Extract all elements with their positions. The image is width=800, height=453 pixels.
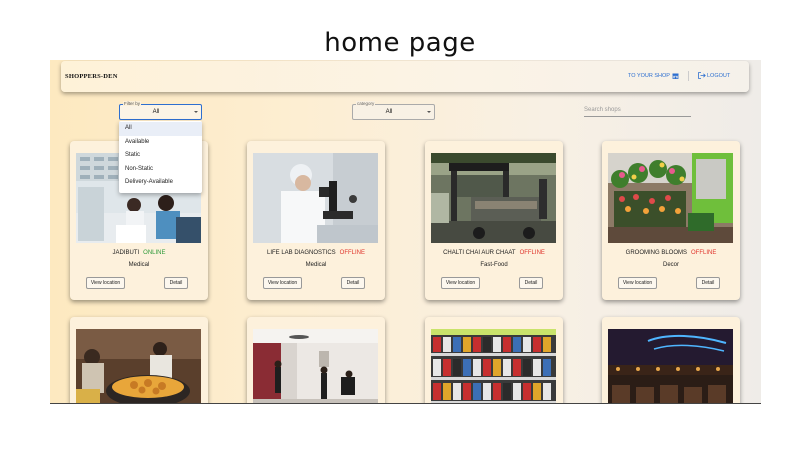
shop-name: CHALTI CHAI AUR CHAAT — [443, 250, 516, 256]
shop-name: GROOMING BLOOMS — [625, 250, 687, 256]
store-icon — [672, 73, 679, 79]
category-value: All — [385, 109, 393, 115]
status-badge: OFFLINE — [339, 250, 366, 256]
search-input[interactable]: Search shops — [584, 105, 691, 117]
chevron-down-icon — [427, 111, 431, 113]
view-location-button[interactable]: View location — [86, 277, 125, 289]
chevron-down-icon — [194, 111, 198, 113]
shop-card — [70, 317, 208, 403]
shop-name-row: JADIBUTI ONLINE — [70, 250, 208, 256]
nav-divider — [688, 71, 689, 81]
status-badge: OFFLINE — [691, 250, 717, 256]
shop-category: Medical — [128, 262, 150, 268]
filter-select[interactable]: Filter by All — [119, 101, 202, 120]
logout-link[interactable]: LOGOUT — [698, 72, 730, 79]
shop-card — [247, 317, 385, 403]
shop-name-row: LIFE LAB DIAGNOSTICS OFFLINE — [247, 250, 385, 256]
view-location-button[interactable]: View location — [618, 277, 657, 289]
shop-image-flower-shop — [608, 153, 733, 243]
shop-image-salon — [253, 329, 378, 403]
category-legend: category — [356, 101, 376, 106]
logout-label: LOGOUT — [707, 72, 731, 79]
filter-value: All — [152, 109, 160, 115]
brand-logo[interactable]: SHOPPERS-DEN — [65, 73, 118, 80]
app-frame: SHOPPERS-DEN TO YOUR SHOP LOGOUT Filter … — [50, 60, 761, 404]
view-location-button[interactable]: View location — [441, 277, 480, 289]
shop-name: JADIBUTI — [112, 250, 140, 256]
shop-category: Decor — [662, 262, 679, 268]
filter-option-all[interactable]: All — [119, 122, 202, 136]
shop-image-grocery-shelves — [431, 329, 556, 403]
to-your-shop-link[interactable]: TO YOUR SHOP — [628, 73, 679, 79]
logout-icon — [698, 72, 706, 79]
shop-card — [425, 317, 563, 403]
filter-option-delivery-available[interactable]: Delivery-Available — [119, 176, 202, 190]
shop-name-row: GROOMING BLOOMS OFFLINE — [602, 250, 740, 256]
shop-card: CHALTI CHAI AUR CHAAT OFFLINE Fast-Food V… — [425, 141, 563, 300]
shop-card: GROOMING BLOOMS OFFLINE Decor View locati… — [602, 141, 740, 300]
shop-card — [602, 317, 740, 403]
status-badge: ONLINE — [143, 250, 166, 256]
shop-image-lab — [253, 153, 378, 243]
shop-category: Medical — [305, 262, 327, 268]
shop-name: LIFE LAB DIAGNOSTICS — [266, 250, 336, 256]
detail-button[interactable]: Detail — [696, 277, 720, 289]
shop-card: LIFE LAB DIAGNOSTICS OFFLINE Medical View… — [247, 141, 385, 300]
view-location-button[interactable]: View location — [263, 277, 302, 289]
filter-option-static[interactable]: Static — [119, 149, 202, 163]
shop-name-row: CHALTI CHAI AUR CHAAT OFFLINE — [425, 250, 563, 256]
page-caption: home page — [324, 28, 476, 58]
shop-image-food-cart — [431, 153, 556, 243]
status-badge: OFFLINE — [519, 250, 545, 256]
filter-legend: Filter by — [123, 101, 142, 106]
shop-image-street-food — [76, 329, 201, 403]
filter-dropdown-menu: All Available Static Non-Static Delivery… — [119, 121, 202, 193]
to-your-shop-label: TO YOUR SHOP — [628, 73, 670, 79]
navbar: SHOPPERS-DEN TO YOUR SHOP LOGOUT — [61, 61, 749, 92]
category-select[interactable]: category All — [352, 101, 435, 120]
shop-category: Fast-Food — [480, 262, 508, 268]
filter-option-available[interactable]: Available — [119, 136, 202, 150]
detail-button[interactable]: Detail — [519, 277, 543, 289]
shop-image-restaurant — [608, 329, 733, 403]
detail-button[interactable]: Detail — [164, 277, 188, 289]
detail-button[interactable]: Detail — [341, 277, 365, 289]
filter-option-non-static[interactable]: Non-Static — [119, 163, 202, 177]
